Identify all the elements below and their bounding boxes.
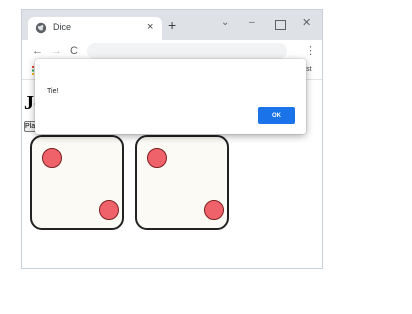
- die-2: [135, 135, 229, 230]
- tab-title: Dice: [53, 22, 72, 32]
- forward-icon[interactable]: →: [51, 44, 62, 58]
- menu-icon[interactable]: ⋮: [305, 44, 316, 58]
- minimize-icon[interactable]: –: [249, 16, 255, 30]
- tab-dice[interactable]: Dice ×: [28, 17, 162, 40]
- alert-message: Tie!: [47, 88, 59, 95]
- title-bar: Dice × + ⌄ – ✕: [22, 10, 322, 40]
- die-1: [30, 135, 124, 230]
- alert-dialog: Tie! OK: [35, 59, 306, 134]
- tab-search-icon[interactable]: ⌄: [221, 16, 229, 30]
- close-icon[interactable]: ✕: [302, 16, 311, 30]
- die-pip: [99, 200, 119, 220]
- die-pip: [204, 200, 224, 220]
- new-tab-icon[interactable]: +: [168, 17, 176, 33]
- browser-window: Dice × + ⌄ – ✕ ← → C ⋮ list Jo Play: [22, 10, 322, 268]
- reload-icon[interactable]: C: [70, 44, 78, 58]
- maximize-icon[interactable]: [275, 20, 286, 30]
- tab-close-icon[interactable]: ×: [147, 20, 153, 34]
- back-icon[interactable]: ←: [32, 44, 43, 58]
- die-pip: [42, 148, 62, 168]
- ok-button[interactable]: OK: [258, 107, 295, 124]
- globe-icon: [35, 22, 47, 34]
- die-pip: [147, 148, 167, 168]
- address-bar[interactable]: [87, 43, 287, 59]
